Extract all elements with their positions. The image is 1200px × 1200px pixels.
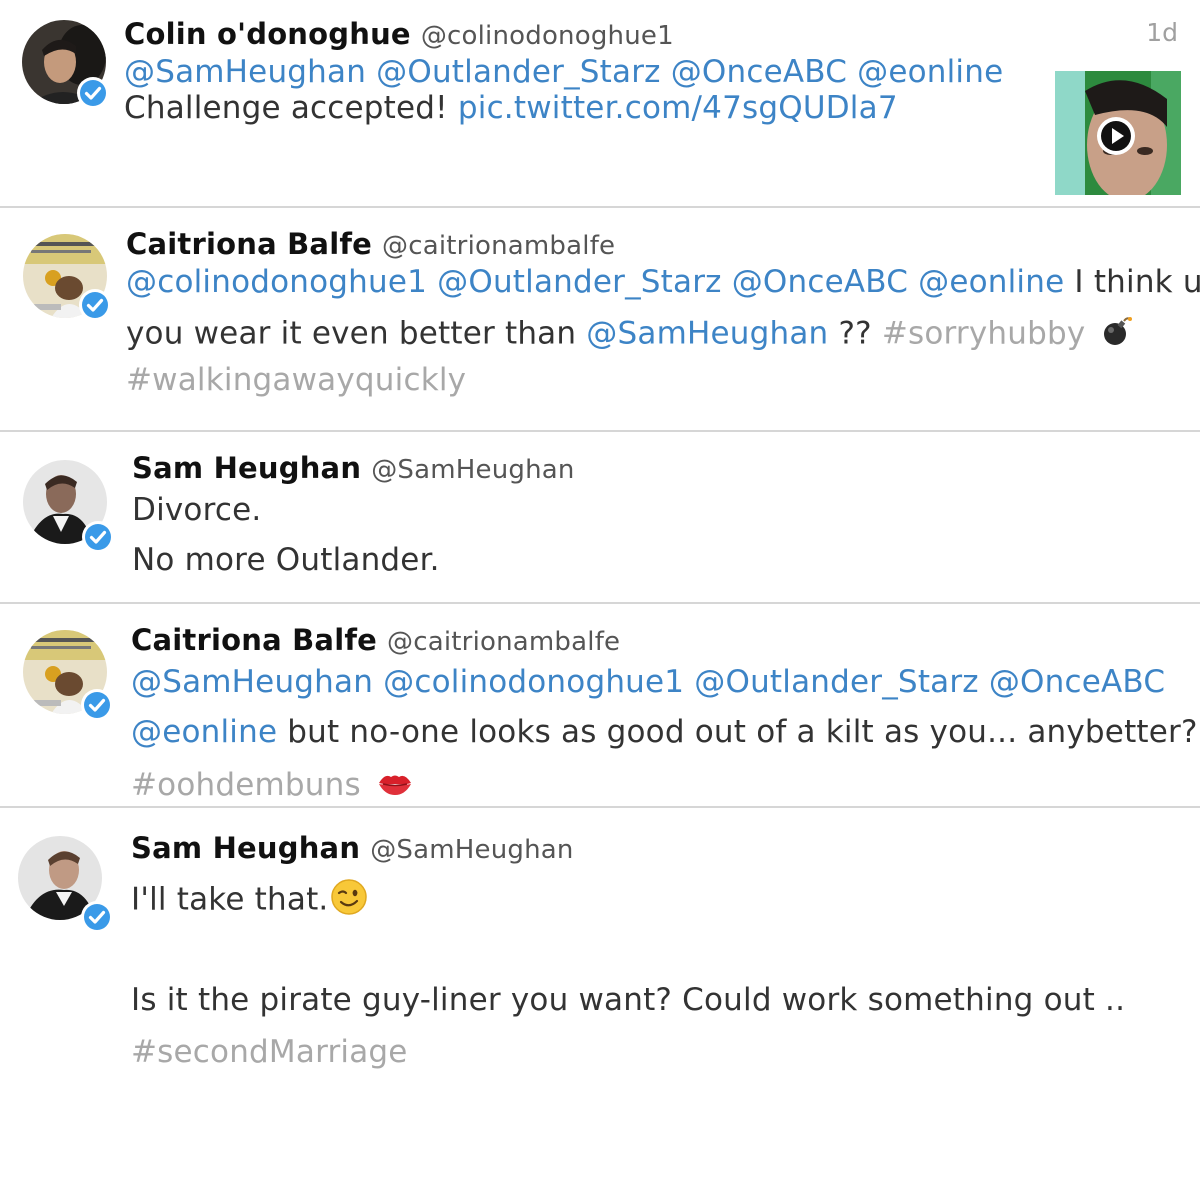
mention-link[interactable]: @OnceABC xyxy=(671,54,847,90)
tweet-text: No more Outlander. xyxy=(132,542,440,578)
author-handle[interactable]: @SamHeughan xyxy=(371,455,574,485)
hashtag-link[interactable]: #oohdembuns xyxy=(131,767,361,803)
tweet-text: Challenge accepted! xyxy=(124,90,448,126)
video-thumbnail[interactable] xyxy=(1055,71,1181,195)
mention-link[interactable]: @Outlander_Starz xyxy=(376,54,661,90)
author-handle[interactable]: @caitrionambalfe xyxy=(382,231,615,261)
tweet-text: but no-one looks as good out of a kilt a… xyxy=(287,714,1198,750)
author-handle[interactable]: @SamHeughan xyxy=(370,835,573,865)
hashtag-link[interactable]: #sorryhubby xyxy=(882,316,1086,352)
mention-link[interactable]: @OnceABC xyxy=(989,664,1165,700)
mention-link[interactable]: @SamHeughan xyxy=(124,54,366,90)
tweet-text: ?? xyxy=(838,315,872,352)
mention-link[interactable]: @SamHeughan xyxy=(131,664,373,700)
bomb-emoji-icon xyxy=(1101,315,1133,355)
tweet-5[interactable]: Sam Heughan @SamHeughan I'll take that. I… xyxy=(0,808,1200,1200)
mention-link[interactable]: @Outlander_Starz xyxy=(694,664,979,700)
verified-badge-icon xyxy=(81,520,115,554)
mention-link[interactable]: @eonline xyxy=(131,714,277,750)
author-name[interactable]: Caitriona Balfe xyxy=(126,227,372,261)
mention-link[interactable]: @eonline xyxy=(918,264,1064,300)
author-name[interactable]: Colin o'donoghue xyxy=(124,17,411,51)
tweet-text: you wear it even better than xyxy=(126,315,577,352)
hashtag-link[interactable]: #secondMarriage xyxy=(131,1034,408,1070)
tweet-3[interactable]: Sam Heughan @SamHeughan Divorce. No more … xyxy=(0,432,1200,604)
author-name[interactable]: Caitriona Balfe xyxy=(131,623,377,657)
timestamp: 1d xyxy=(1146,18,1178,47)
wink-emoji-icon xyxy=(330,878,368,924)
media-link[interactable]: pic.twitter.com/47sgQUDla7 xyxy=(458,90,898,126)
tweet-text: Is it the pirate guy-liner you want? Cou… xyxy=(131,982,1126,1018)
mention-link[interactable]: @Outlander_Starz xyxy=(437,264,722,300)
verified-badge-icon xyxy=(78,288,112,322)
mention-link[interactable]: @OnceABC xyxy=(732,264,908,300)
verified-badge-icon xyxy=(80,900,114,934)
mention-link[interactable]: @eonline xyxy=(857,54,1003,90)
author-name[interactable]: Sam Heughan xyxy=(131,831,360,865)
tweet-text: I think u xyxy=(1074,264,1200,300)
tweet-text: I'll take that. xyxy=(131,881,329,918)
author-handle[interactable]: @colinodonoghue1 xyxy=(421,21,674,51)
verified-badge-icon xyxy=(80,688,114,722)
tweet-1[interactable]: Colin o'donoghue @colinodonoghue1 @SamHeu… xyxy=(0,0,1200,208)
mention-link[interactable]: @colinodonoghue1 xyxy=(126,264,427,300)
play-icon[interactable] xyxy=(1096,116,1136,156)
author-name[interactable]: Sam Heughan xyxy=(132,451,361,485)
tweet-2[interactable]: Caitriona Balfe @caitrionambalfe @colinod… xyxy=(0,208,1200,432)
lips-emoji-icon xyxy=(377,769,413,805)
verified-badge-icon xyxy=(76,76,110,110)
mention-link[interactable]: @colinodonoghue1 xyxy=(383,664,684,700)
tweet-text: Divorce. xyxy=(132,492,262,528)
tweet-4[interactable]: Caitriona Balfe @caitrionambalfe @SamHeug… xyxy=(0,604,1200,808)
author-handle[interactable]: @caitrionambalfe xyxy=(387,627,620,657)
mention-link[interactable]: @SamHeughan xyxy=(586,316,828,352)
hashtag-link[interactable]: #walkingawayquickly xyxy=(126,362,466,398)
